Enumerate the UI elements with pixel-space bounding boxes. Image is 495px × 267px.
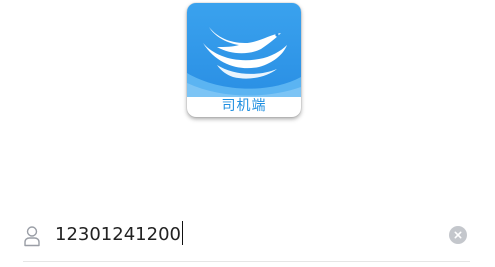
text-caret (181, 221, 184, 245)
login-screen: 司机端 12301241200 (0, 0, 495, 267)
user-icon (23, 225, 41, 247)
clear-icon (454, 231, 462, 239)
phone-input[interactable]: 12301241200 (55, 221, 184, 249)
phone-input-row[interactable]: 12301241200 (23, 216, 470, 262)
clear-button[interactable] (449, 226, 467, 244)
app-icon: 司机端 (187, 3, 301, 117)
input-underline (23, 261, 470, 262)
bird-logo-icon (187, 3, 301, 97)
phone-input-value: 12301241200 (55, 224, 181, 245)
app-name-label: 司机端 (221, 98, 267, 114)
